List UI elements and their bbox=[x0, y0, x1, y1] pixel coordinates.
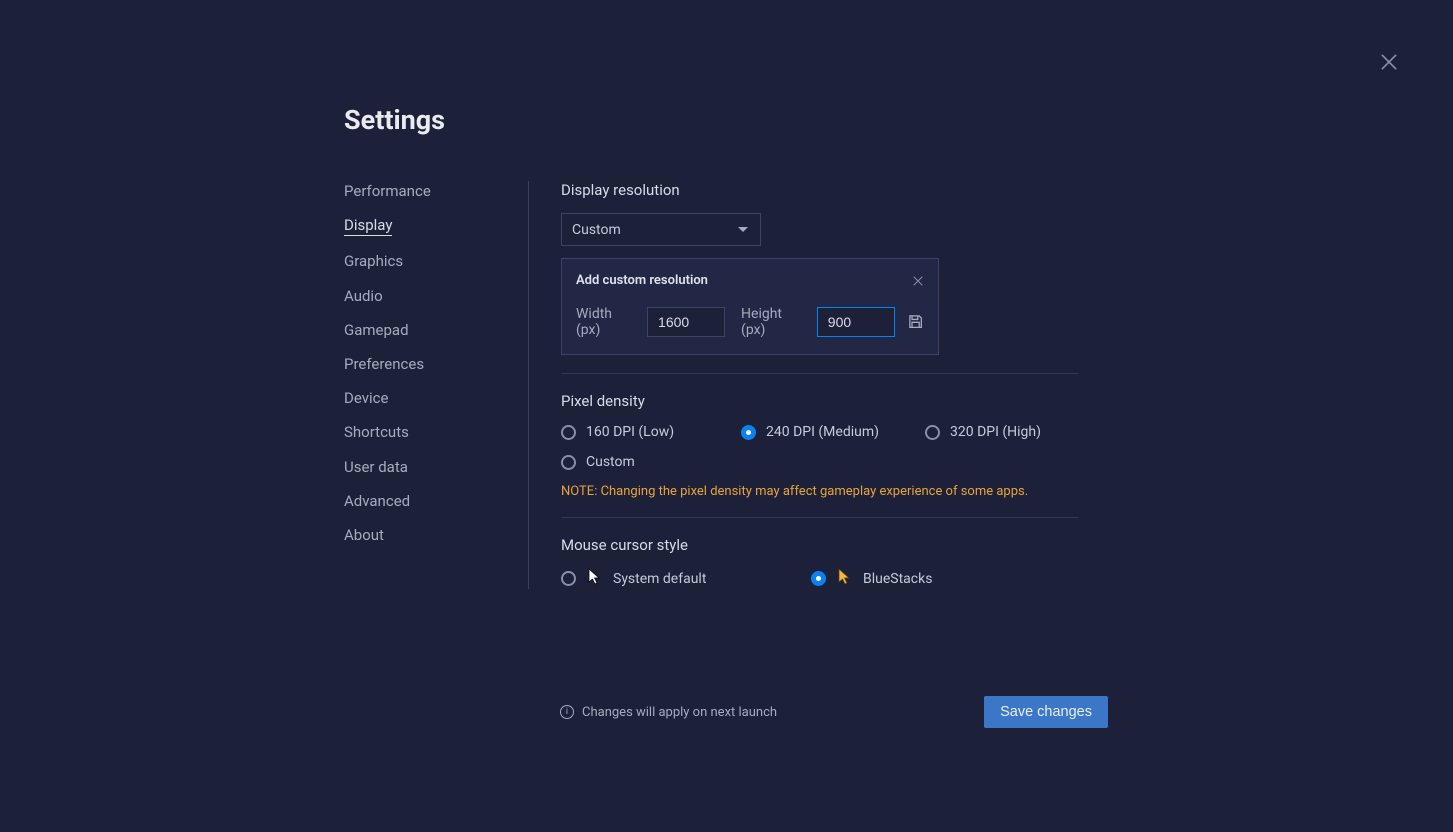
sidebar-item-device[interactable]: Device bbox=[344, 389, 388, 407]
page-title: Settings bbox=[344, 104, 1114, 136]
sidebar-item-about[interactable]: About bbox=[344, 526, 384, 544]
sidebar-item-advanced[interactable]: Advanced bbox=[344, 492, 410, 510]
dpi-320-label: 320 DPI (High) bbox=[950, 424, 1041, 440]
dpi-320-option[interactable]: 320 DPI (High) bbox=[925, 424, 1041, 440]
sidebar-item-display[interactable]: Display bbox=[344, 216, 392, 236]
cursor-bluestacks-option[interactable]: BlueStacks bbox=[811, 568, 932, 589]
sidebar-item-user-data[interactable]: User data bbox=[344, 458, 408, 476]
resolution-dropdown[interactable]: Custom bbox=[561, 213, 761, 246]
cursor-style-group: System default BlueStacks bbox=[561, 568, 1114, 589]
dpi-160-label: 160 DPI (Low) bbox=[586, 424, 674, 440]
width-label: Width (px) bbox=[576, 306, 637, 338]
sidebar-item-graphics[interactable]: Graphics bbox=[344, 252, 403, 270]
height-label: Height (px) bbox=[741, 306, 807, 338]
close-icon bbox=[1379, 52, 1399, 72]
cursor-bluestacks-label: BlueStacks bbox=[863, 571, 932, 587]
close-icon bbox=[912, 275, 924, 287]
display-resolution-label: Display resolution bbox=[561, 181, 1114, 199]
close-button[interactable] bbox=[1379, 52, 1399, 72]
info-icon: i bbox=[560, 705, 574, 719]
settings-content: Display resolution Custom Add custom res… bbox=[529, 181, 1114, 589]
height-input[interactable] bbox=[817, 307, 895, 337]
sidebar-item-performance[interactable]: Performance bbox=[344, 182, 431, 200]
divider bbox=[561, 517, 1079, 518]
chevron-down-icon bbox=[738, 227, 748, 232]
custom-resolution-title: Add custom resolution bbox=[576, 273, 924, 288]
width-input[interactable] bbox=[647, 307, 725, 337]
save-changes-button[interactable]: Save changes bbox=[984, 696, 1108, 728]
dpi-240-option[interactable]: 240 DPI (Medium) bbox=[741, 424, 925, 440]
sidebar-item-preferences[interactable]: Preferences bbox=[344, 355, 424, 373]
radio-icon bbox=[561, 455, 576, 470]
save-icon bbox=[907, 313, 924, 330]
radio-icon bbox=[925, 425, 940, 440]
dpi-240-label: 240 DPI (Medium) bbox=[766, 424, 879, 440]
cursor-system-default-label: System default bbox=[613, 571, 706, 587]
system-cursor-icon bbox=[588, 568, 601, 589]
pixel-density-note: NOTE: Changing the pixel density may aff… bbox=[561, 484, 1114, 499]
bluestacks-cursor-icon bbox=[838, 568, 851, 589]
settings-sidebar: Performance Display Graphics Audio Gamep… bbox=[344, 181, 529, 589]
radio-selected-icon bbox=[811, 571, 826, 586]
pixel-density-label: Pixel density bbox=[561, 392, 1114, 410]
divider bbox=[561, 373, 1079, 374]
radio-selected-icon bbox=[741, 425, 756, 440]
pixel-density-group: 160 DPI (Low) 240 DPI (Medium) 320 DPI (… bbox=[561, 424, 1079, 470]
custom-resolution-panel: Add custom resolution Width (px) Height … bbox=[561, 258, 939, 355]
settings-footer: i Changes will apply on next launch Save… bbox=[560, 696, 1108, 728]
dpi-custom-label: Custom bbox=[586, 454, 635, 470]
cursor-style-label: Mouse cursor style bbox=[561, 536, 1114, 554]
radio-icon bbox=[561, 425, 576, 440]
footer-info: i Changes will apply on next launch bbox=[560, 705, 777, 720]
resolution-dropdown-value: Custom bbox=[572, 222, 621, 238]
save-resolution-button[interactable] bbox=[907, 313, 924, 331]
custom-resolution-close-button[interactable] bbox=[912, 272, 924, 284]
radio-icon bbox=[561, 571, 576, 586]
dpi-custom-option[interactable]: Custom bbox=[561, 454, 741, 470]
sidebar-item-gamepad[interactable]: Gamepad bbox=[344, 321, 409, 339]
sidebar-item-shortcuts[interactable]: Shortcuts bbox=[344, 423, 409, 441]
footer-info-text: Changes will apply on next launch bbox=[582, 705, 777, 720]
cursor-system-default-option[interactable]: System default bbox=[561, 568, 811, 589]
dpi-160-option[interactable]: 160 DPI (Low) bbox=[561, 424, 741, 440]
sidebar-item-audio[interactable]: Audio bbox=[344, 287, 383, 305]
